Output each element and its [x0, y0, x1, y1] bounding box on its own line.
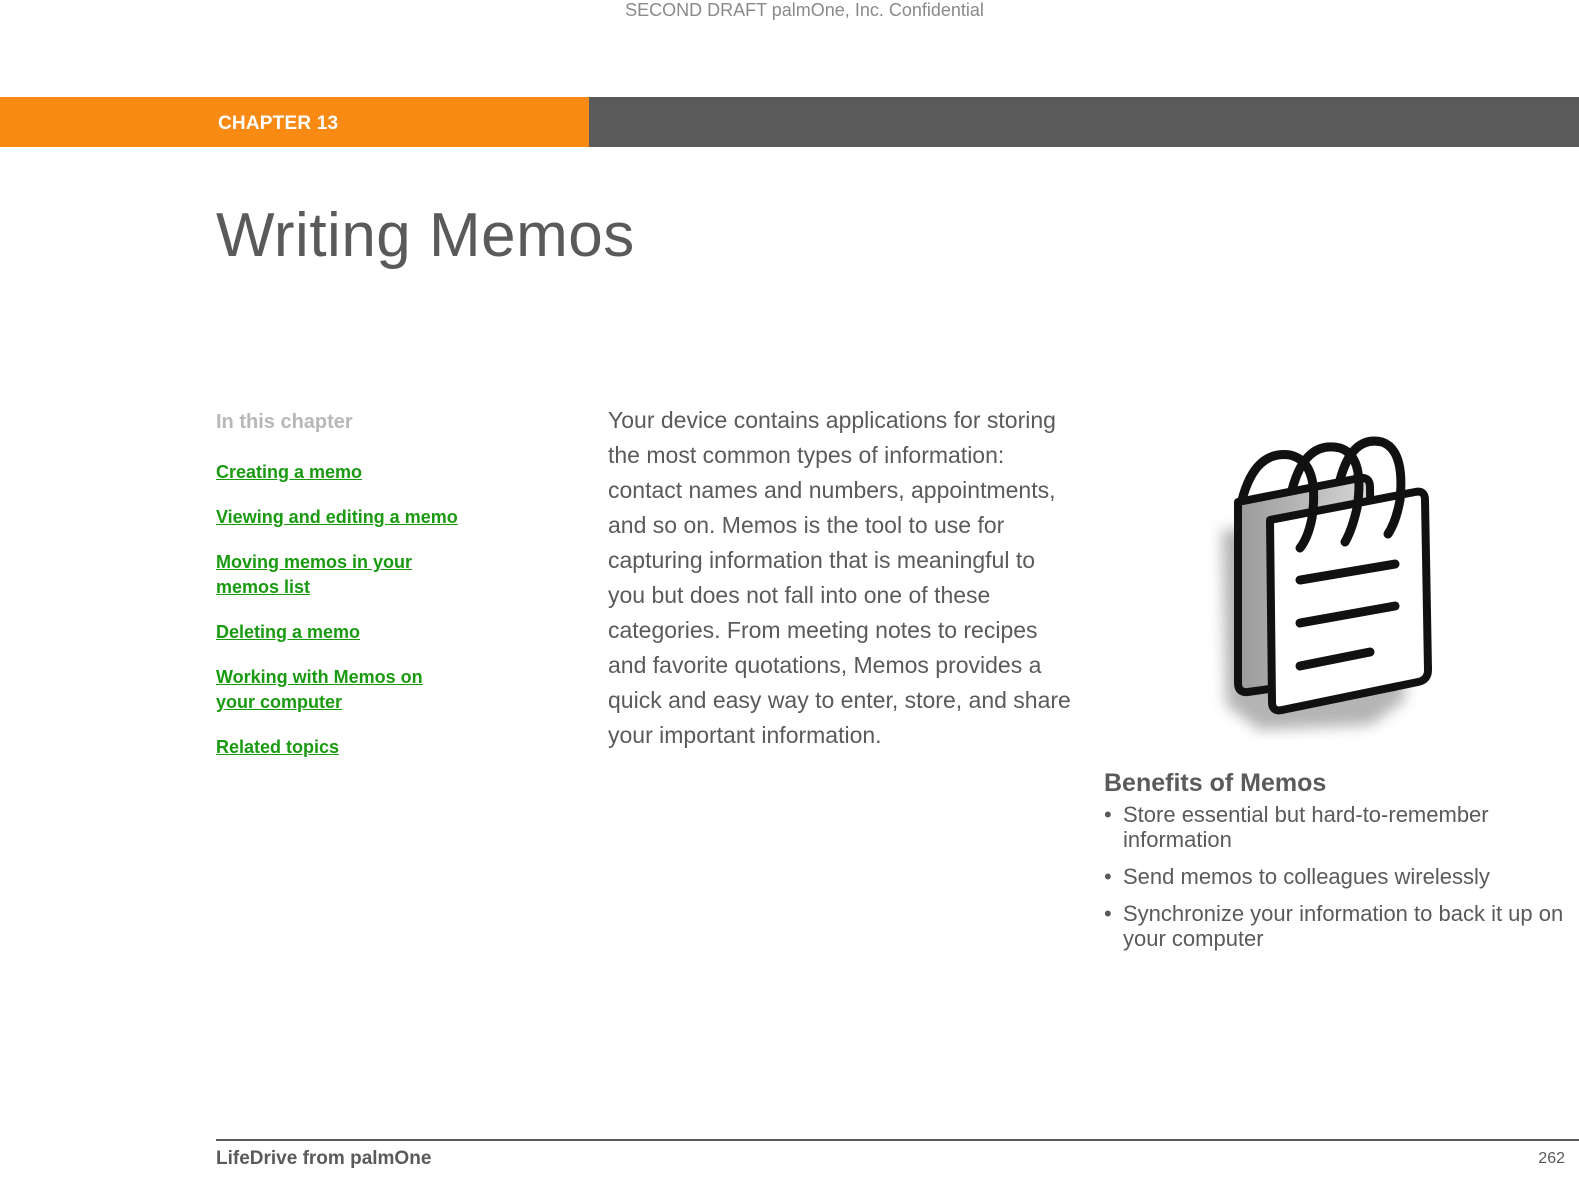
- chapter-header-accent: CHAPTER 13: [0, 97, 589, 147]
- toc-link-working-with-memos-on-computer[interactable]: Working with Memos on your computer: [216, 665, 466, 715]
- page-title: Writing Memos: [216, 201, 635, 270]
- benefits-list: • Store essential but hard-to-remember i…: [1104, 802, 1579, 951]
- toc-link-moving-memos[interactable]: Moving memos in your memos list: [216, 550, 451, 600]
- toc-link-creating-a-memo[interactable]: Creating a memo: [216, 460, 536, 485]
- benefit-item: • Store essential but hard-to-remember i…: [1104, 802, 1579, 852]
- benefits-sidebar: Benefits of Memos • Store essential but …: [1104, 766, 1579, 963]
- toc-heading: In this chapter: [216, 411, 353, 433]
- chapter-header-fill: [589, 97, 1579, 147]
- page-number: 262: [1538, 1150, 1565, 1167]
- benefit-text: Synchronize your information to back it …: [1123, 901, 1564, 951]
- footer-divider: [216, 1139, 1579, 1141]
- bullet-icon: •: [1104, 802, 1112, 827]
- toc-link-deleting-a-memo[interactable]: Deleting a memo: [216, 620, 536, 645]
- benefit-text: Send memos to colleagues wirelessly: [1123, 864, 1490, 889]
- benefit-item: • Synchronize your information to back i…: [1104, 901, 1579, 951]
- bullet-icon: •: [1104, 864, 1112, 889]
- benefit-item: • Send memos to colleagues wirelessly: [1104, 864, 1579, 889]
- toc-link-viewing-and-editing[interactable]: Viewing and editing a memo: [216, 505, 536, 530]
- chapter-header-bar: CHAPTER 13: [0, 97, 1579, 147]
- chapter-contents: In this chapter Creating a memo Viewing …: [216, 408, 536, 780]
- draft-watermark: SECOND DRAFT palmOne, Inc. Confidential: [625, 0, 984, 20]
- notepad-icon: [1200, 430, 1440, 740]
- intro-paragraph: Your device contains applications for st…: [608, 407, 1071, 748]
- toc-link-related-topics[interactable]: Related topics: [216, 735, 536, 760]
- benefit-text: Store essential but hard-to-remember inf…: [1123, 802, 1489, 852]
- chapter-label: CHAPTER 13: [218, 113, 339, 134]
- footer-product-name: LifeDrive from palmOne: [216, 1148, 432, 1169]
- bullet-icon: •: [1104, 901, 1112, 926]
- benefits-heading: Benefits of Memos: [1104, 769, 1327, 797]
